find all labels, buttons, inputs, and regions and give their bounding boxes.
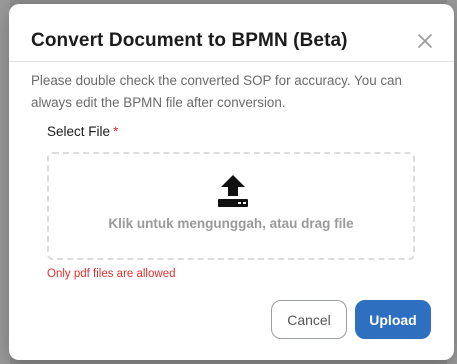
dialog-description: Please double check the converted SOP fo… (31, 73, 402, 110)
file-error-message: Only pdf files are allowed (47, 268, 176, 280)
select-file-label-text: Select File (47, 124, 111, 139)
upload-button[interactable]: Upload (355, 300, 431, 339)
dialog-title: Convert Document to BPMN (Beta) (31, 30, 348, 51)
required-marker: * (113, 124, 119, 139)
convert-dialog: Convert Document to BPMN (Beta) Please d… (9, 4, 454, 360)
header-divider (9, 61, 454, 62)
dropzone-text: Klik untuk mengunggah, atau drag file (108, 216, 354, 231)
file-dropzone[interactable]: Klik untuk mengunggah, atau drag file (47, 152, 415, 260)
select-file-label: Select File * (47, 124, 118, 139)
cancel-button[interactable]: Cancel (271, 300, 347, 339)
close-icon[interactable] (416, 32, 434, 50)
upload-icon (218, 175, 248, 207)
